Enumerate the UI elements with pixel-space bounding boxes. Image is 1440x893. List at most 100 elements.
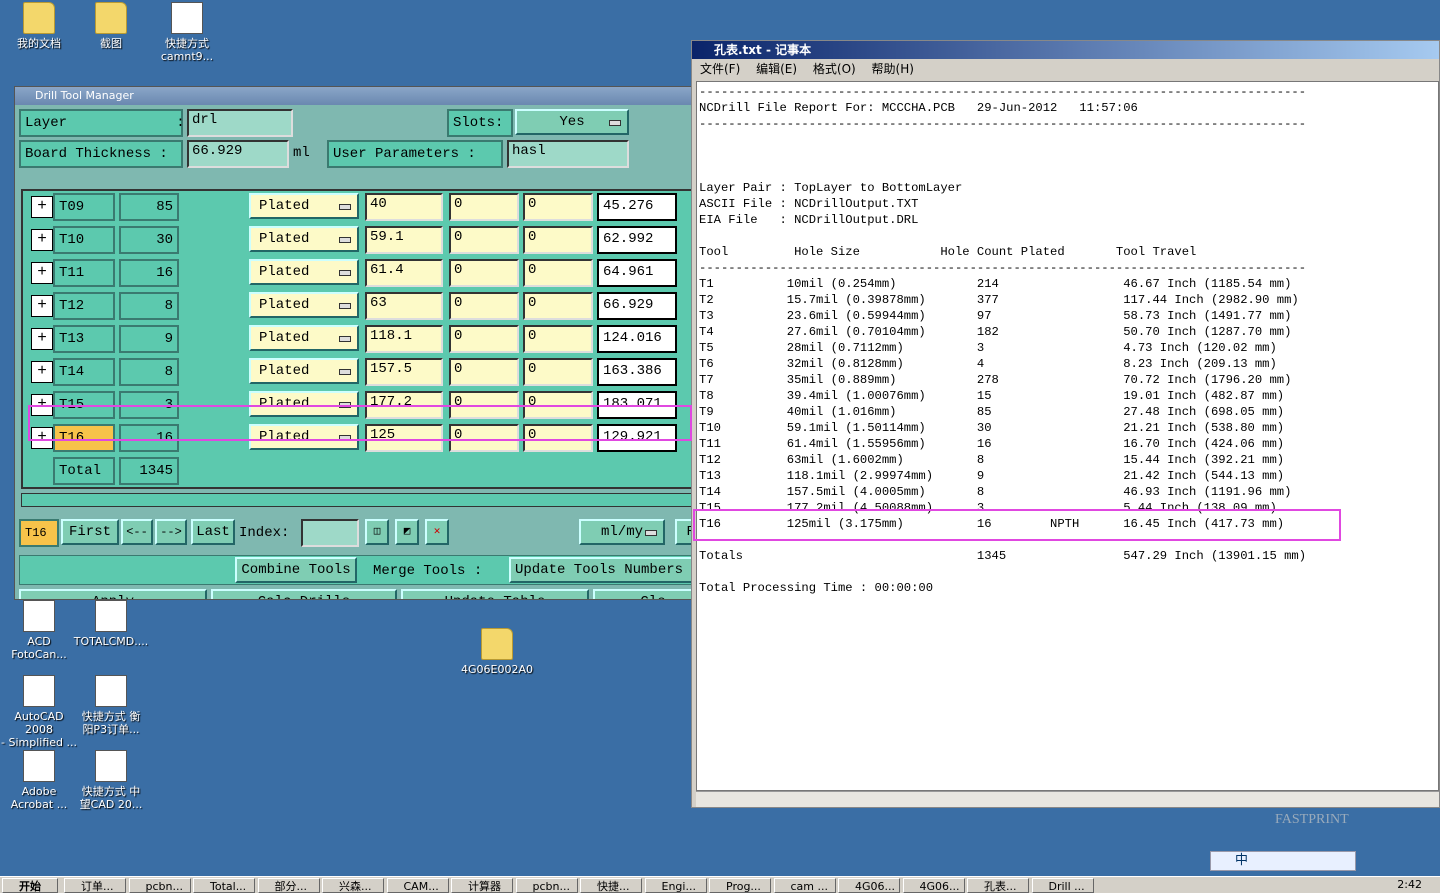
taskbar-button[interactable]: Drill ...	[1031, 878, 1094, 893]
plating-dropdown[interactable]: Plated	[249, 259, 359, 285]
user-parameters-input[interactable]: hasl	[507, 140, 629, 168]
desktop-icon[interactable]: 快捷方式 衡 阳P3订单...	[72, 675, 150, 736]
param-a-input[interactable]: 0	[449, 259, 519, 287]
param-a-input[interactable]: 0	[449, 292, 519, 320]
taskbar-button[interactable]: Total...	[193, 878, 255, 893]
ime-toolbar[interactable]: 中	[1210, 851, 1356, 871]
plating-dropdown[interactable]: Plated	[249, 325, 359, 351]
taskbar-button[interactable]: cam ...	[773, 878, 836, 893]
taskbar-button[interactable]: 孔表...	[967, 878, 1029, 893]
tool-name[interactable]: T10	[53, 226, 115, 254]
next-button[interactable]: -->	[155, 519, 187, 545]
taskbar-button[interactable]: 4G06...	[838, 878, 900, 893]
plating-dropdown[interactable]: Plated	[249, 292, 359, 318]
param-b-input[interactable]: 0	[523, 292, 593, 320]
param-a-input[interactable]: 0	[449, 193, 519, 221]
param-a-input[interactable]: 0	[449, 325, 519, 353]
hole-count: 8	[119, 292, 179, 320]
taskbar-button[interactable]: Prog...	[709, 878, 771, 893]
param-b-input[interactable]: 0	[523, 193, 593, 221]
desktop-icon[interactable]: 快捷方式 camnt9...	[148, 2, 226, 63]
menu-help[interactable]: 帮助(H)	[872, 62, 914, 76]
update-tools-numbers-button[interactable]: Update Tools Numbers	[509, 557, 691, 583]
size-input[interactable]: 63	[365, 292, 443, 320]
desktop-icon[interactable]: 我的文档	[0, 2, 78, 50]
param-b-input[interactable]: 0	[523, 226, 593, 254]
plating-dropdown[interactable]: Plated	[249, 358, 359, 384]
desktop-icon-label: 快捷方式 camnt9...	[160, 37, 214, 63]
tool-name[interactable]: T11	[53, 259, 115, 287]
desktop-icon[interactable]: Adobe Acrobat ...	[0, 750, 78, 811]
param-b-input[interactable]: 0	[523, 358, 593, 386]
tool-name[interactable]: T14	[53, 358, 115, 386]
layer-input[interactable]: drl	[187, 109, 293, 137]
expand-icon[interactable]: +	[31, 295, 53, 317]
size-input[interactable]: 40	[365, 193, 443, 221]
apply-button[interactable]: Apply	[19, 589, 207, 599]
desktop-icon[interactable]: 截图	[72, 2, 150, 50]
param-a-input[interactable]: 0	[449, 226, 519, 254]
taskbar-button[interactable]: 订单...	[64, 878, 126, 893]
find-icon[interactable]: ◫	[365, 519, 389, 545]
param-a-input[interactable]: 0	[449, 358, 519, 386]
size-input[interactable]: 118.1	[365, 325, 443, 353]
finished-size: 62.992	[597, 226, 677, 254]
taskbar-button[interactable]: CAM...	[386, 878, 449, 893]
expand-icon[interactable]: +	[31, 262, 53, 284]
delete-icon[interactable]: ✕	[425, 519, 449, 545]
taskbar-button[interactable]: 4G06...	[902, 878, 965, 893]
size-input[interactable]: 157.5	[365, 358, 443, 386]
board-thickness-input[interactable]: 66.929	[187, 140, 289, 168]
last-button[interactable]: Last	[191, 519, 235, 545]
update-table-button[interactable]: Update Table	[401, 589, 589, 599]
expand-icon[interactable]: +	[31, 229, 53, 251]
menu-format[interactable]: 格式(O)	[813, 62, 856, 76]
tool-name[interactable]: T09	[53, 193, 115, 221]
desktop-icon[interactable]: TOTALCMD....	[72, 600, 150, 648]
notepad-horizontal-scrollbar[interactable]	[696, 791, 1439, 807]
total-value: 1345	[119, 457, 179, 485]
calc-drills-button[interactable]: Calc Drills	[211, 589, 397, 599]
prev-button[interactable]: <--	[121, 519, 153, 545]
plating-dropdown[interactable]: Plated	[249, 193, 359, 219]
expand-icon[interactable]: +	[31, 328, 53, 350]
size-input[interactable]: 59.1	[365, 226, 443, 254]
desktop-icon[interactable]: AutoCAD 2008 - Simplified ...	[0, 675, 78, 749]
size-input[interactable]: 61.4	[365, 259, 443, 287]
units-dropdown[interactable]: ml/my	[579, 519, 665, 545]
expand-icon[interactable]: +	[31, 361, 53, 383]
horizontal-scrollbar[interactable]	[21, 493, 691, 507]
taskbar-button[interactable]: 部分...	[257, 878, 320, 893]
dtm-title: Drill Tool Manager	[35, 89, 134, 102]
app-icon	[95, 675, 127, 707]
menu-file[interactable]: 文件(F)	[700, 62, 740, 76]
board-thickness-label: Board Thickness :	[19, 140, 183, 168]
param-b-input[interactable]: 0	[523, 259, 593, 287]
start-button[interactable]: 开始	[2, 878, 58, 893]
taskbar-button[interactable]: pcbn...	[128, 878, 191, 893]
refresh-icon[interactable]: ◩	[395, 519, 419, 545]
taskbar-button[interactable]: 兴森...	[322, 878, 384, 893]
menu-edit[interactable]: 编辑(E)	[756, 62, 797, 76]
expand-icon[interactable]: +	[31, 196, 53, 218]
re-button[interactable]: Re	[675, 519, 691, 545]
param-b-input[interactable]: 0	[523, 325, 593, 353]
slots-label: Slots:	[447, 109, 513, 137]
tool-name[interactable]: T12	[53, 292, 115, 320]
desktop-folder-4g06e002a0[interactable]: 4G06E002A0	[458, 628, 536, 676]
close-button[interactable]: Clo	[593, 589, 691, 599]
nav-current-tool: T16	[19, 519, 59, 547]
desktop-icon[interactable]: ACD FotoCan...	[0, 600, 78, 661]
taskbar-button[interactable]: pcbn...	[515, 878, 578, 893]
tool-name[interactable]: T13	[53, 325, 115, 353]
plating-dropdown[interactable]: Plated	[249, 226, 359, 252]
first-button[interactable]: First	[61, 519, 119, 545]
combine-tools-button[interactable]: Combine Tools	[235, 557, 357, 583]
taskbar-button[interactable]: 计算器	[451, 878, 513, 893]
slots-dropdown[interactable]: Yes	[515, 109, 629, 135]
taskbar-button[interactable]: Engi...	[644, 878, 707, 893]
index-input[interactable]	[301, 519, 359, 547]
desktop-icon[interactable]: 快捷方式 中 望CAD 20...	[72, 750, 150, 811]
taskbar-button[interactable]: 快捷...	[580, 878, 642, 893]
notepad-text-area[interactable]: ----------------------------------------…	[696, 81, 1439, 791]
